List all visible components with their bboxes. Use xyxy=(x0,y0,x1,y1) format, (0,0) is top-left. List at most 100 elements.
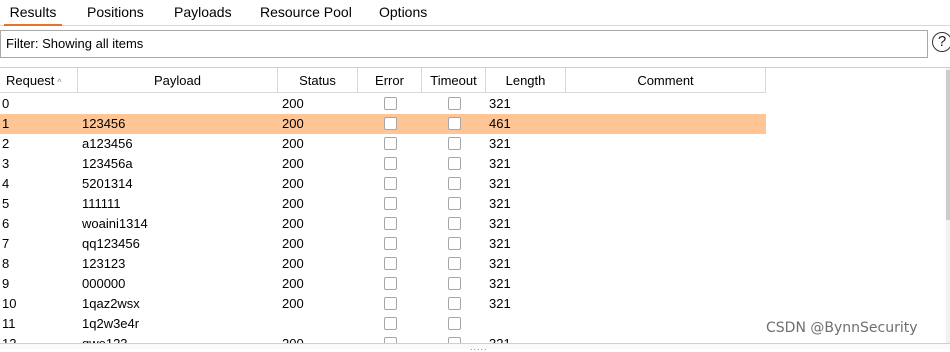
error-checkbox[interactable] xyxy=(384,257,397,270)
cell-payload: 111111 xyxy=(82,196,121,211)
cell-length xyxy=(489,314,563,334)
cell-length: 321 xyxy=(489,96,511,111)
pane-splitter[interactable]: ..... xyxy=(0,343,950,352)
table-row[interactable]: 2 a123456 200 321 xyxy=(0,134,766,154)
error-checkbox[interactable] xyxy=(384,237,397,250)
error-checkbox[interactable] xyxy=(384,317,397,330)
timeout-checkbox[interactable] xyxy=(448,257,461,270)
cell-request: 11 xyxy=(2,316,16,331)
cell-status: 200 xyxy=(282,196,304,211)
cell-comment xyxy=(569,234,764,254)
column-header-error[interactable]: Error xyxy=(358,68,422,93)
column-header-status[interactable]: Status xyxy=(278,68,358,93)
cell-request: 7 xyxy=(2,236,10,251)
cell-length: 321 xyxy=(489,276,511,291)
cell-length: 321 xyxy=(489,256,511,271)
timeout-checkbox[interactable] xyxy=(448,277,461,290)
cell-comment xyxy=(569,254,764,274)
cell-request: 6 xyxy=(2,216,10,231)
scrollbar-thumb[interactable] xyxy=(946,70,950,220)
timeout-checkbox[interactable] xyxy=(448,177,461,190)
cell-payload xyxy=(82,94,276,114)
table-row[interactable]: 1 123456 200 461 xyxy=(0,114,766,134)
cell-comment xyxy=(569,114,764,134)
cell-comment xyxy=(569,94,764,114)
cell-payload: qq123456 xyxy=(82,236,140,251)
error-checkbox[interactable] xyxy=(384,277,397,290)
cell-length: 321 xyxy=(489,136,511,151)
column-header-label: Request xyxy=(6,73,55,88)
table-row[interactable]: 5 111111 200 321 xyxy=(0,194,766,214)
table-row[interactable]: 10 1qaz2wsx 200 321 xyxy=(0,294,766,314)
cell-payload: a123456 xyxy=(82,136,133,151)
tab-options[interactable]: Options xyxy=(379,0,427,26)
table-row[interactable]: 7 qq123456 200 321 xyxy=(0,234,766,254)
cell-comment xyxy=(569,154,764,174)
tab-positions[interactable]: Positions xyxy=(87,0,144,26)
table-row[interactable]: 4 5201314 200 321 xyxy=(0,174,766,194)
cell-status: 200 xyxy=(282,276,304,291)
timeout-checkbox[interactable] xyxy=(448,297,461,310)
column-header-timeout[interactable]: Timeout xyxy=(422,68,486,93)
cell-length: 461 xyxy=(489,116,511,131)
question-circle-icon[interactable]: ? xyxy=(932,32,950,52)
error-checkbox[interactable] xyxy=(384,297,397,310)
cell-payload: 123456a xyxy=(82,156,133,171)
error-checkbox[interactable] xyxy=(384,137,397,150)
tab-payloads[interactable]: Payloads xyxy=(174,0,232,26)
error-checkbox[interactable] xyxy=(384,97,397,110)
cell-length: 321 xyxy=(489,216,511,231)
cell-payload: 1qaz2wsx xyxy=(82,296,140,311)
splitter-grip[interactable]: ..... xyxy=(470,343,488,352)
vertical-scrollbar[interactable] xyxy=(946,68,950,349)
column-header-request[interactable]: Request ^ xyxy=(0,68,78,93)
timeout-checkbox[interactable] xyxy=(448,317,461,330)
column-header-length[interactable]: Length xyxy=(486,68,566,93)
cell-status: 200 xyxy=(282,296,304,311)
cell-status: 200 xyxy=(282,96,304,111)
tab-resource-pool[interactable]: Resource Pool xyxy=(260,0,352,26)
table-row[interactable]: 0 200 321 xyxy=(0,94,766,114)
table-row[interactable]: 6 woaini1314 200 321 xyxy=(0,214,766,234)
table-row[interactable]: 3 123456a 200 321 xyxy=(0,154,766,174)
timeout-checkbox[interactable] xyxy=(448,137,461,150)
error-checkbox[interactable] xyxy=(384,197,397,210)
cell-length: 321 xyxy=(489,196,511,211)
filter-bar[interactable]: Filter: Showing all items xyxy=(0,30,928,58)
cell-comment xyxy=(569,274,764,294)
tab-bar: Results Positions Payloads Resource Pool… xyxy=(0,0,950,26)
cell-status xyxy=(282,314,356,334)
error-checkbox[interactable] xyxy=(384,117,397,130)
cell-comment xyxy=(569,214,764,234)
column-header-comment[interactable]: Comment xyxy=(566,68,766,93)
error-checkbox[interactable] xyxy=(384,177,397,190)
cell-status: 200 xyxy=(282,176,304,191)
timeout-checkbox[interactable] xyxy=(448,117,461,130)
cell-request: 5 xyxy=(2,196,10,211)
table-row[interactable]: 8 123123 200 321 xyxy=(0,254,766,274)
timeout-checkbox[interactable] xyxy=(448,97,461,110)
table-row[interactable]: 9 000000 200 321 xyxy=(0,274,766,294)
error-checkbox[interactable] xyxy=(384,157,397,170)
cell-request: 8 xyxy=(2,256,10,271)
tab-results[interactable]: Results xyxy=(4,0,62,26)
cell-request: 4 xyxy=(2,176,10,191)
timeout-checkbox[interactable] xyxy=(448,217,461,230)
cell-status: 200 xyxy=(282,256,304,271)
cell-request: 10 xyxy=(2,296,17,311)
error-checkbox[interactable] xyxy=(384,217,397,230)
cell-payload: woaini1314 xyxy=(82,216,148,231)
cell-payload: 1q2w3e4r xyxy=(82,316,140,331)
cell-length: 321 xyxy=(489,176,511,191)
table-row[interactable]: 11 1q2w3e4r xyxy=(0,314,766,334)
table-body: 0 200 321 1 123456 200 461 2 a123456 200 321 3 12345… xyxy=(0,94,766,349)
column-header-payload[interactable]: Payload xyxy=(78,68,278,93)
timeout-checkbox[interactable] xyxy=(448,237,461,250)
cell-comment xyxy=(569,134,764,154)
cell-comment xyxy=(569,174,764,194)
timeout-checkbox[interactable] xyxy=(448,157,461,170)
cell-length: 321 xyxy=(489,296,511,311)
timeout-checkbox[interactable] xyxy=(448,197,461,210)
cell-request: 3 xyxy=(2,156,10,171)
cell-status: 200 xyxy=(282,216,304,231)
